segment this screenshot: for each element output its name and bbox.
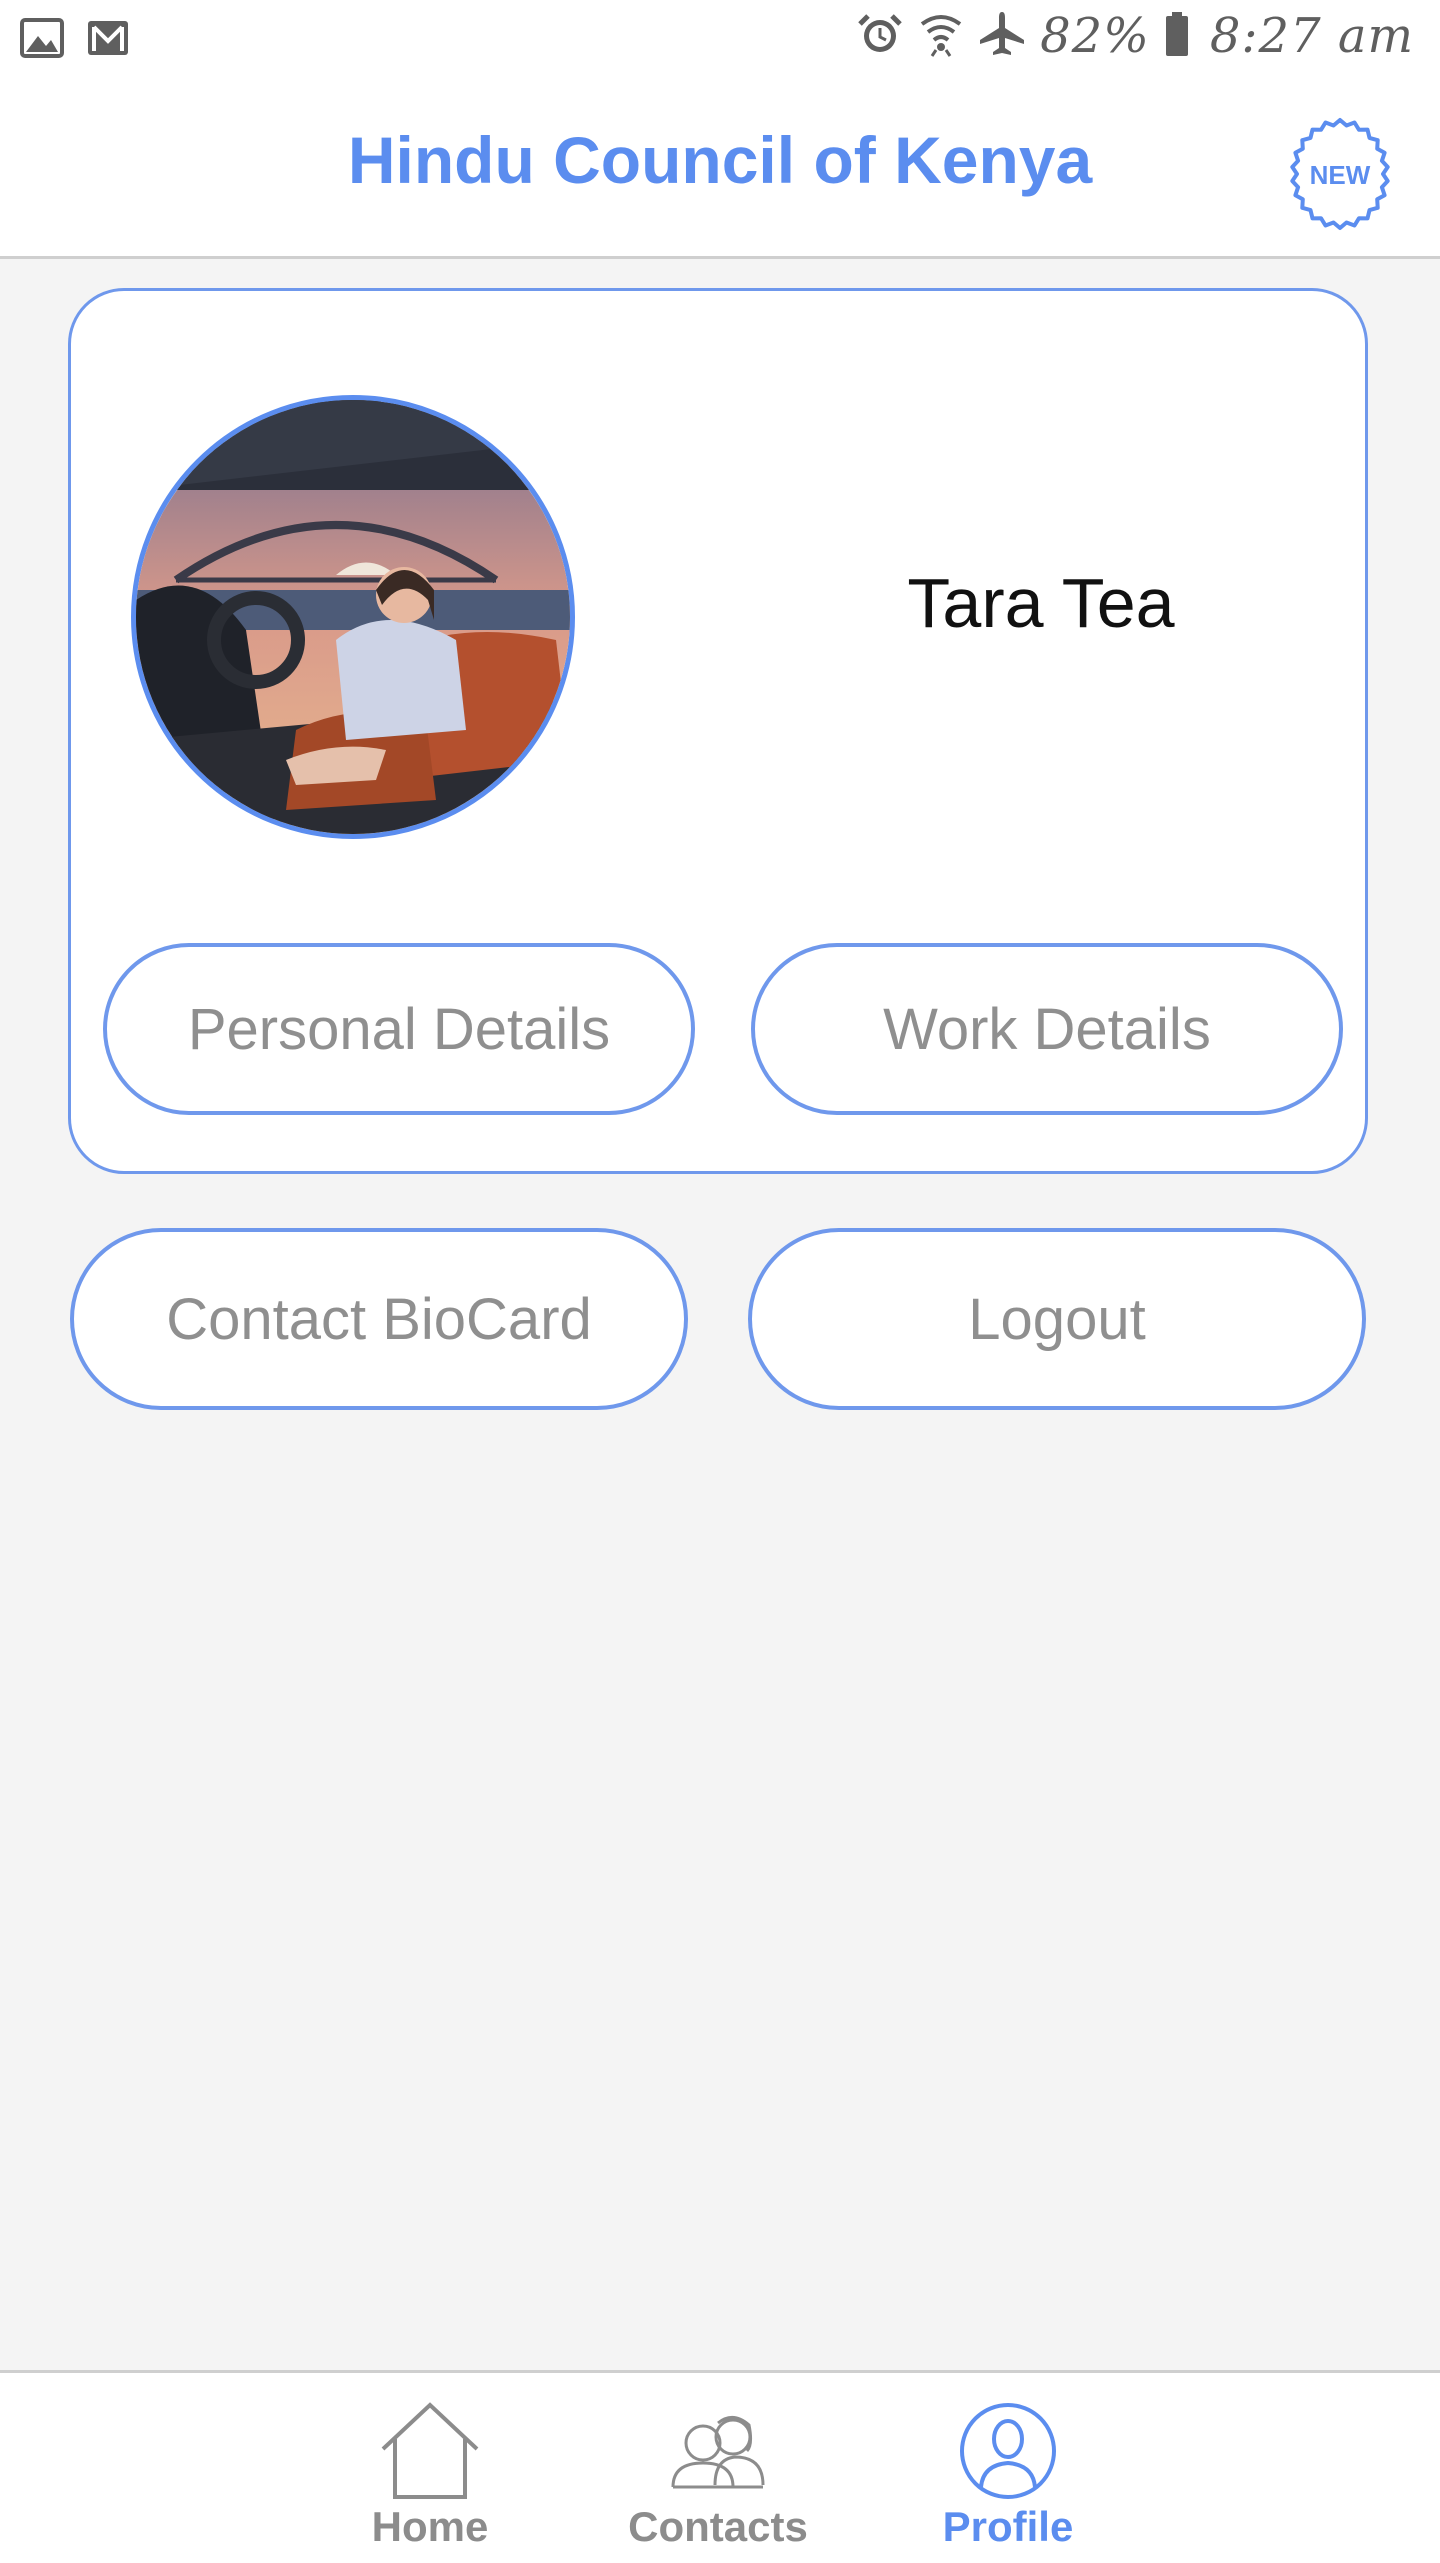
avatar[interactable] <box>131 395 575 839</box>
clock-time: 8:27 am <box>1209 8 1414 64</box>
app-header: Hindu Council of Kenya NEW <box>0 86 1440 259</box>
personal-details-button[interactable]: Personal Details <box>103 943 695 1115</box>
app-title: Hindu Council of Kenya <box>347 123 1093 197</box>
nav-item-home[interactable]: Home <box>310 2373 550 2563</box>
nav-label-profile: Profile <box>942 2503 1074 2550</box>
status-bar: 82% 8:27 am <box>0 0 1440 86</box>
wifi-icon <box>918 10 964 63</box>
nav-label-home: Home <box>371 2503 489 2550</box>
bottom-nav: Home Contacts Profile <box>0 2370 1440 2563</box>
logout-button[interactable]: Logout <box>748 1228 1366 1410</box>
work-details-button[interactable]: Work Details <box>751 943 1343 1115</box>
battery-icon <box>1164 10 1190 63</box>
image-icon <box>20 18 64 63</box>
status-left <box>20 18 130 63</box>
nav-item-contacts[interactable]: Contacts <box>598 2373 838 2563</box>
nav-label-contacts: Contacts <box>628 2503 808 2550</box>
gmail-icon <box>86 19 130 62</box>
contact-biocard-button[interactable]: Contact BioCard <box>70 1228 688 1410</box>
status-right: 82% 8:27 am <box>856 8 1414 64</box>
profile-icon <box>953 2401 1063 2501</box>
contacts-icon <box>663 2401 773 2501</box>
battery-percent: 82% <box>1040 8 1150 64</box>
alarm-icon <box>856 10 904 63</box>
new-badge-icon[interactable]: NEW <box>1280 116 1400 236</box>
new-badge-label: NEW <box>1310 160 1371 190</box>
nav-item-profile[interactable]: Profile <box>888 2373 1128 2563</box>
user-name: Tara Tea <box>907 564 1175 642</box>
airplane-icon <box>978 10 1026 63</box>
profile-photo <box>136 400 570 834</box>
profile-card: Tara Tea Personal Details Work Details <box>68 288 1368 1174</box>
home-icon <box>375 2401 485 2501</box>
